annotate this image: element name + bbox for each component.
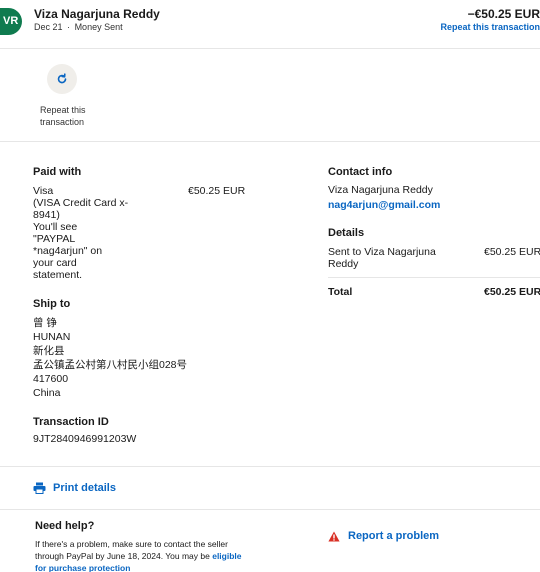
sent-to-line: Sent to Viza Nagarjuna [328, 246, 436, 258]
details-divider [328, 277, 540, 278]
eligible-link[interactable]: eligible [212, 551, 241, 561]
refresh-icon [57, 73, 67, 84]
meta-separator: · [67, 22, 71, 32]
paid-amount: €50.25 EUR [188, 185, 246, 197]
total-label: Total [328, 286, 353, 298]
repeat-transaction-button[interactable] [47, 64, 77, 94]
divider [0, 466, 540, 467]
need-help-title: Need help? [35, 520, 95, 532]
transaction-type: Money Sent [74, 22, 123, 32]
help-line: If there's a problem, make sure to conta… [35, 539, 228, 549]
sent-to-label: Sent to Viza Nagarjuna Reddy [328, 246, 458, 270]
divider [0, 509, 540, 510]
payment-method-line: 8941) [33, 209, 60, 221]
warning-icon [328, 531, 340, 541]
print-details-button[interactable]: Print details [33, 482, 116, 494]
help-line: through PayPal by June 18, 2024. You may… [35, 551, 213, 561]
payment-method-line: *nag4arjun" on [33, 245, 103, 257]
purchase-protection-link[interactable]: for purchase protection [35, 563, 130, 572]
help-text: If there's a problem, make sure to conta… [35, 538, 250, 572]
payment-method-line: "PAYPAL [33, 233, 76, 245]
avatar: VR [0, 8, 22, 35]
report-problem-button[interactable]: Report a problem [328, 530, 439, 542]
sent-amount: €50.25 EUR [484, 246, 540, 258]
divider [0, 48, 540, 49]
transaction-meta: Dec 21 · Money Sent [34, 22, 123, 32]
paid-with-title: Paid with [33, 166, 82, 178]
divider [0, 141, 540, 142]
print-details-label: Print details [53, 482, 116, 494]
contact-name: Viza Nagarjuna Reddy [328, 184, 433, 196]
payment-method-line: Visa [33, 185, 54, 197]
address-line: 曾 铮 [33, 317, 57, 329]
recipient-name: Viza Nagarjuna Reddy [34, 7, 160, 21]
report-problem-label: Report a problem [348, 530, 440, 542]
address-line: 新化县 [33, 345, 65, 357]
payment-method-line: your card [33, 257, 77, 269]
transaction-date: Dec 21 [34, 22, 63, 32]
sent-to-line: Reddy [328, 258, 359, 270]
address-line: 孟公镇孟公村第八村民小组028号 [33, 359, 188, 371]
details-title: Details [328, 227, 365, 239]
address-line: China [33, 387, 61, 399]
transaction-id-title: Transaction ID [33, 416, 109, 428]
printer-icon [33, 482, 46, 494]
payment-method-line: statement. [33, 269, 83, 281]
address-line: HUNAN [33, 331, 71, 343]
shipping-address: 曾 铮 HUNAN 新化县 孟公镇孟公村第八村民小组028号 417600 Ch… [33, 316, 187, 400]
contact-info-title: Contact info [328, 166, 393, 178]
total-amount: €50.25 EUR [484, 286, 540, 298]
transaction-id: 9JT2840946991203W [33, 433, 137, 445]
ship-to-title: Ship to [33, 298, 71, 310]
payment-method-line: You'll see [33, 221, 78, 233]
repeat-transaction-label[interactable]: Repeat this transaction [40, 104, 100, 128]
transaction-header: VR Viza Nagarjuna Reddy Dec 21 · Money S… [0, 0, 540, 46]
address-line: 417600 [33, 373, 69, 385]
payment-method-line: (VISA Credit Card x- [33, 197, 129, 209]
repeat-transaction-link[interactable]: Repeat this transaction [440, 22, 540, 32]
contact-email-link[interactable]: nag4arjun@gmail.com [328, 199, 440, 211]
transaction-amount: −€50.25 EUR [467, 7, 540, 21]
payment-method: Visa (VISA Credit Card x- 8941) You'll s… [33, 185, 153, 281]
